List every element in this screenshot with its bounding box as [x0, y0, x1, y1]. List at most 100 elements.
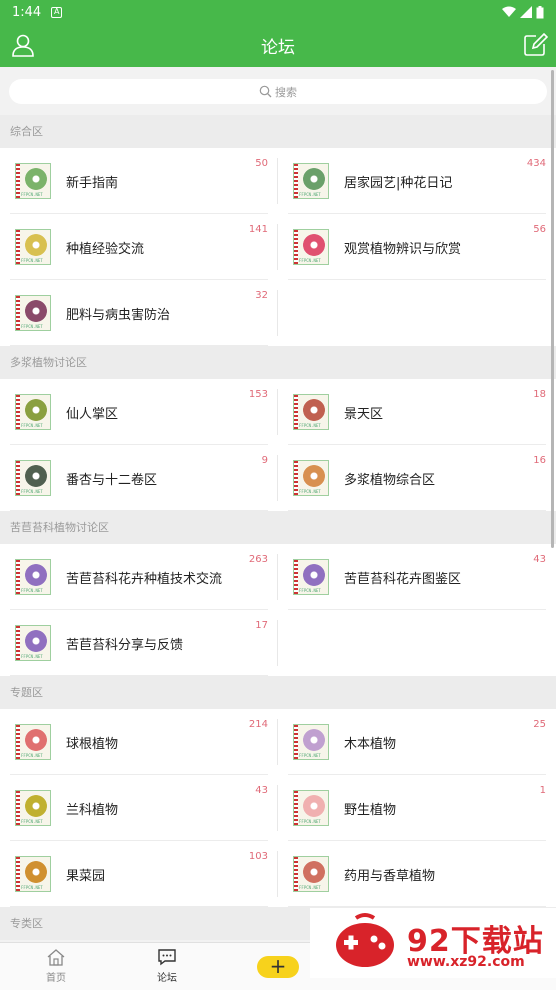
board-name: 景天区 [344, 406, 384, 422]
board-thumbnail-icon: FFPCN.NET [293, 163, 329, 199]
post-count-badge: 214 [248, 719, 268, 730]
forum-board-item[interactable]: FFPCN.NET 兰科植物 43 [0, 775, 278, 841]
watermark: 92下载站 www.xz92.com [310, 908, 556, 978]
status-time: 1:44 [12, 4, 42, 20]
board-name: 仙人掌区 [66, 406, 119, 422]
board-thumbnail-icon: FFPCN.NET [15, 790, 51, 826]
post-count-badge: 434 [526, 158, 546, 169]
post-count-badge: 56 [533, 224, 546, 235]
forum-grid: FFPCN.NET 球根植物 214 FFPCN.NET 木本植物 25 FFPCN.NET… [0, 709, 556, 907]
search-area: 搜索 [0, 67, 556, 115]
board-thumbnail-icon: FFPCN.NET [15, 394, 51, 430]
section-header: 专题区 [0, 676, 556, 709]
forum-board-item[interactable]: FFPCN.NET 木本植物 25 [278, 709, 556, 775]
forum-board-item[interactable]: FFPCN.NET 苦苣苔科花卉图鉴区 43 [278, 544, 556, 610]
nav-home-label: 首页 [46, 973, 66, 984]
board-thumbnail-icon: FFPCN.NET [293, 460, 329, 496]
home-icon [47, 949, 65, 966]
board-name: 兰科植物 [66, 802, 119, 818]
search-icon [259, 85, 272, 98]
forum-board-item[interactable]: FFPCN.NET 球根植物 214 [0, 709, 278, 775]
signal-icon [520, 6, 532, 18]
board-name: 苦苣苔科花卉图鉴区 [344, 571, 462, 587]
forum-board-item[interactable]: FFPCN.NET 居家园艺|种花日记 434 [278, 148, 556, 214]
board-name: 种植经验交流 [66, 241, 145, 257]
forum-grid: FFPCN.NET 仙人掌区 153 FFPCN.NET 景天区 18 FFPCN.NET 番… [0, 379, 556, 511]
forum-board-item[interactable]: FFPCN.NET 多浆植物综合区 16 [278, 445, 556, 511]
board-thumbnail-icon: FFPCN.NET [293, 559, 329, 595]
board-name: 多浆植物综合区 [344, 472, 436, 488]
board-thumbnail-icon: FFPCN.NET [293, 724, 329, 760]
section-header: 苦苣苔科植物讨论区 [0, 511, 556, 544]
post-count-badge: 43 [533, 554, 546, 565]
page-title: 论坛 [261, 38, 295, 58]
notification-icon: A [51, 6, 63, 18]
post-count-badge: 43 [255, 785, 268, 796]
board-name: 观赏植物辨识与欣赏 [344, 241, 462, 257]
forum-board-item[interactable]: FFPCN.NET 肥料与病虫害防治 32 [0, 280, 278, 346]
board-thumbnail-icon: FFPCN.NET [15, 856, 51, 892]
board-thumbnail-icon: FFPCN.NET [15, 460, 51, 496]
nav-forum-label: 论坛 [157, 973, 177, 984]
nav-forum[interactable]: 论坛 [137, 948, 197, 984]
forum-board-item[interactable]: FFPCN.NET 苦苣苔科分享与反馈 17 [0, 610, 278, 676]
board-thumbnail-icon: FFPCN.NET [15, 229, 51, 265]
board-thumbnail-icon: FFPCN.NET [293, 856, 329, 892]
scrollbar[interactable] [551, 70, 554, 548]
board-name: 居家园艺|种花日记 [344, 175, 453, 191]
board-thumbnail-icon: FFPCN.NET [15, 295, 51, 331]
forum-board-item[interactable]: FFPCN.NET 番杏与十二卷区 9 [0, 445, 278, 511]
forum-board-item[interactable]: FFPCN.NET 药用与香草植物 [278, 841, 556, 907]
section-list: 综合区 FFPCN.NET 新手指南 50 FFPCN.NET 居家园艺|种花日记 434 F… [0, 115, 556, 940]
forum-grid: FFPCN.NET 苦苣苔科花卉种植技术交流 263 FFPCN.NET 苦苣苔科花卉图… [0, 544, 556, 676]
forum-board-item[interactable]: FFPCN.NET 景天区 18 [278, 379, 556, 445]
app-bar: 论坛 [0, 24, 556, 67]
board-name: 药用与香草植物 [344, 868, 436, 884]
board-name: 木本植物 [344, 736, 397, 752]
forum-board-item[interactable]: FFPCN.NET 果菜园 103 [0, 841, 278, 907]
empty-cell [278, 280, 556, 346]
battery-icon [536, 5, 544, 18]
forum-content[interactable]: 搜索 综合区 FFPCN.NET 新手指南 50 FFPCN.NET 居家园艺|种花日记 4… [0, 67, 556, 942]
post-count-badge: 141 [248, 224, 268, 235]
section-header: 多浆植物讨论区 [0, 346, 556, 379]
search-input[interactable]: 搜索 [9, 79, 547, 104]
forum-board-item[interactable]: FFPCN.NET 仙人掌区 153 [0, 379, 278, 445]
nav-home[interactable]: 首页 [26, 948, 86, 984]
forum-grid: FFPCN.NET 新手指南 50 FFPCN.NET 居家园艺|种花日记 434 FFPC… [0, 148, 556, 346]
board-name: 苦苣苔科花卉种植技术交流 [66, 571, 223, 587]
board-name: 苦苣苔科分享与反馈 [66, 637, 184, 653]
post-count-badge: 153 [248, 389, 268, 400]
user-icon[interactable] [10, 32, 36, 58]
forum-board-item[interactable]: FFPCN.NET 野生植物 1 [278, 775, 556, 841]
board-thumbnail-icon: FFPCN.NET [293, 394, 329, 430]
forum-board-item[interactable]: FFPCN.NET 种植经验交流 141 [0, 214, 278, 280]
status-bar: 1:44 A [0, 0, 556, 24]
board-thumbnail-icon: FFPCN.NET [15, 625, 51, 661]
board-name: 新手指南 [66, 175, 119, 191]
compose-icon[interactable] [522, 32, 548, 58]
board-thumbnail-icon: FFPCN.NET [15, 724, 51, 760]
post-count-badge: 16 [533, 455, 546, 466]
forum-board-item[interactable]: FFPCN.NET 新手指南 50 [0, 148, 278, 214]
wifi-icon [502, 6, 516, 17]
board-name: 球根植物 [66, 736, 119, 752]
forum-board-item[interactable]: FFPCN.NET 观赏植物辨识与欣赏 56 [278, 214, 556, 280]
board-thumbnail-icon: FFPCN.NET [293, 229, 329, 265]
post-count-badge: 263 [248, 554, 268, 565]
post-count-badge: 17 [255, 620, 268, 631]
empty-cell [278, 610, 556, 676]
board-name: 果菜园 [66, 868, 106, 884]
board-name: 番杏与十二卷区 [66, 472, 158, 488]
watermark-url: www.xz92.com [407, 954, 525, 970]
board-thumbnail-icon: FFPCN.NET [15, 559, 51, 595]
add-post-button[interactable]: + [257, 956, 299, 978]
section-header: 综合区 [0, 115, 556, 148]
post-count-badge: 32 [255, 290, 268, 301]
post-count-badge: 25 [533, 719, 546, 730]
board-thumbnail-icon: FFPCN.NET [15, 163, 51, 199]
forum-board-item[interactable]: FFPCN.NET 苦苣苔科花卉种植技术交流 263 [0, 544, 278, 610]
board-name: 肥料与病虫害防治 [66, 307, 171, 323]
chat-icon [158, 949, 176, 966]
board-thumbnail-icon: FFPCN.NET [293, 790, 329, 826]
